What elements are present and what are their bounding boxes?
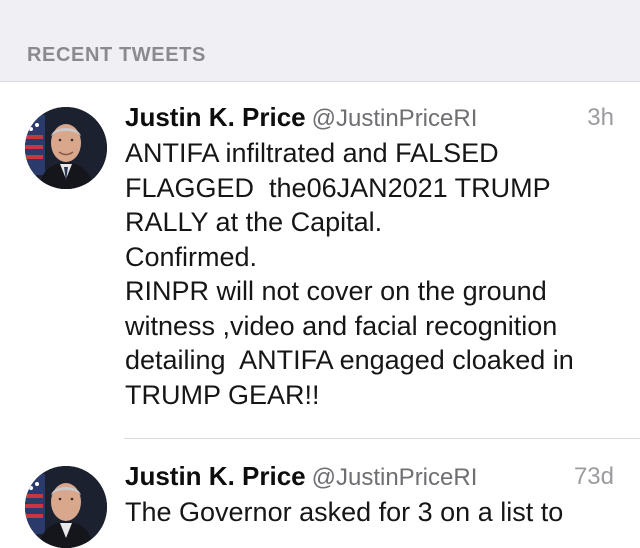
tweet-item[interactable]: Justin K. Price @JustinPriceRI 73d The Go… [0,439,640,548]
section-title: RECENT TWEETS [27,44,206,66]
tweet-timestamp: 3h [587,104,614,131]
tweet-text-line: RALLY at the Capital. [125,207,383,237]
tweet-text: The Governor asked for 3 on a list to [125,495,625,530]
tweet-item[interactable]: Justin K. Price @JustinPriceRI 3h ANTIFA … [0,83,640,438]
avatar-photo-icon [25,466,107,548]
tweet-text-line: witness ,video and facial recognition [125,310,558,341]
tweet-author[interactable]: Justin K. Price @JustinPriceRI [125,461,477,492]
tweet-timestamp: 73d [573,463,614,490]
author-handle: @JustinPriceRI [311,464,478,491]
recent-tweets-header: RECENT TWEETS [0,0,640,82]
tweet-author[interactable]: Justin K. Price @JustinPriceRI [125,102,477,133]
tweet-text-line: Confirmed. [125,241,258,272]
tweet-text: ANTIFA infiltrated and FALSED FLAGGED th… [125,136,625,412]
avatar-photo-icon [25,107,107,189]
tweet-text-line: detailing ANTIFA engaged cloaked in [125,345,574,375]
avatar[interactable] [25,466,107,548]
avatar[interactable] [25,107,107,189]
tweet-text-line: ANTIFA infiltrated and FALSED [125,138,499,168]
tweet-text-line: TRUMP GEAR!! [125,379,320,410]
author-handle: @JustinPriceRI [311,105,478,132]
tweet-text-line: FLAGGED the06JAN2021 TRUMP [125,172,551,203]
tweet-text-line: The Governor asked for 3 on a list to [125,497,564,527]
author-name: Justin K. Price [125,461,306,491]
tweet-text-line: RINPR will not cover on the ground [125,276,547,306]
author-name: Justin K. Price [125,102,306,132]
